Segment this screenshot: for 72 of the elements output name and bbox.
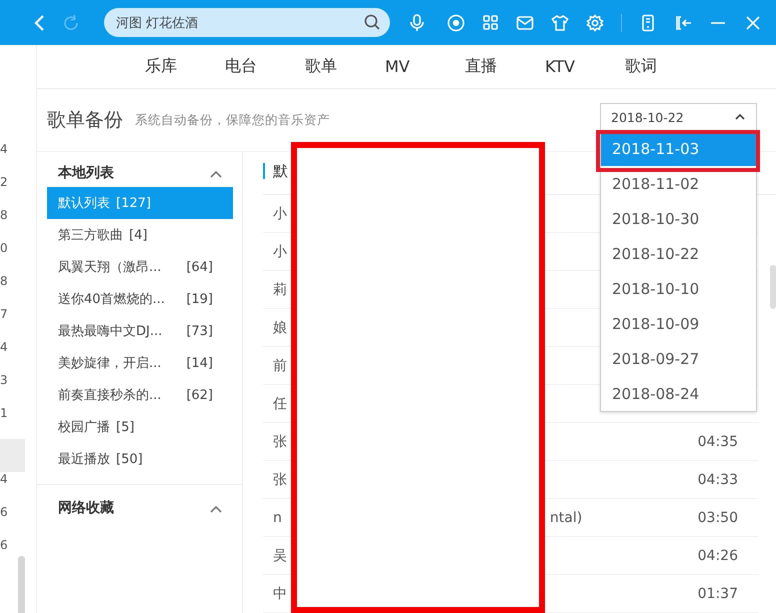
nav-tab[interactable]: 歌词 bbox=[625, 56, 705, 77]
microphone-icon[interactable] bbox=[408, 13, 426, 32]
playlist-item[interactable]: 前奏直接秒杀的... [62] bbox=[47, 379, 233, 411]
row-number: 1 bbox=[0, 406, 9, 422]
playlist-item[interactable]: 第三方歌曲 [4] bbox=[47, 219, 233, 251]
playlist-item[interactable]: 美妙旋律，开启... [14] bbox=[47, 347, 233, 379]
row-number: 4 bbox=[0, 340, 9, 356]
nav-tab[interactable]: 电台 bbox=[225, 56, 305, 77]
chevron-icon[interactable] bbox=[210, 504, 222, 514]
page-title: 歌单备份 bbox=[47, 108, 123, 133]
section-title: 本地列表 bbox=[58, 164, 114, 182]
nav-tab[interactable]: 乐库 bbox=[145, 56, 225, 77]
nav-tab[interactable]: 直播 bbox=[465, 56, 545, 77]
date-option[interactable]: 2018-10-22 bbox=[601, 236, 756, 271]
song-title: 前 bbox=[273, 356, 287, 374]
search-field[interactable]: 河图 灯花佐酒 bbox=[104, 8, 390, 37]
section-title: 网络收藏 bbox=[58, 499, 114, 517]
mail-icon[interactable] bbox=[516, 14, 534, 32]
row-number: 8 bbox=[0, 274, 9, 290]
playlist-item[interactable]: 送你40首燃烧的... [19] bbox=[47, 283, 233, 315]
song-title: 吴 bbox=[273, 546, 287, 564]
playlist-item[interactable]: 最热最嗨中文DJ... [73] bbox=[47, 315, 233, 347]
date-option[interactable]: 2018-10-30 bbox=[601, 201, 756, 236]
date-dropdown[interactable]: 2018-10-22 bbox=[600, 103, 757, 131]
song-title: 任 bbox=[273, 394, 287, 412]
row-number: 7 bbox=[0, 307, 9, 323]
list-title: 默 bbox=[273, 162, 288, 180]
row-number: 4 bbox=[0, 142, 9, 158]
song-title: 张 bbox=[273, 432, 287, 450]
song-title: ntal) bbox=[550, 510, 582, 526]
row-number: 3 bbox=[0, 373, 9, 389]
song-title: 小 bbox=[273, 242, 287, 260]
page-subtitle: 系统自动备份，保障您的音乐资产 bbox=[135, 112, 330, 128]
date-option[interactable]: 2018-10-10 bbox=[601, 271, 756, 306]
song-duration: 04:35 bbox=[698, 434, 738, 450]
search-icon[interactable] bbox=[364, 14, 380, 30]
phone-icon[interactable] bbox=[639, 14, 657, 32]
playlist-item[interactable]: 校园广播 [5] bbox=[47, 411, 233, 443]
song-title: 小 bbox=[273, 204, 287, 222]
scrollbar[interactable] bbox=[18, 556, 25, 613]
scrollbar[interactable] bbox=[770, 265, 776, 309]
song-duration: 01:37 bbox=[698, 586, 738, 602]
chevron-icon[interactable] bbox=[210, 170, 222, 178]
song-title: 张 bbox=[273, 470, 287, 488]
song-duration: 04:33 bbox=[698, 472, 738, 488]
song-title: 中 bbox=[273, 584, 287, 602]
close-icon[interactable] bbox=[744, 14, 762, 32]
song-title: 娘 bbox=[273, 318, 287, 336]
row-number: 0 bbox=[0, 241, 9, 257]
row-number: 8 bbox=[0, 208, 9, 224]
shirt-icon[interactable] bbox=[551, 14, 569, 32]
song-duration: 04:26 bbox=[698, 548, 738, 564]
playlist-item[interactable]: 凤翼天翔（激昂... [64] bbox=[47, 251, 233, 283]
date-option[interactable]: 2018-10-09 bbox=[601, 306, 756, 341]
date-option[interactable]: 2018-11-02 bbox=[601, 166, 756, 201]
nav-tab[interactable]: 歌单 bbox=[305, 56, 385, 77]
row-number: 4 bbox=[0, 472, 9, 488]
row-number: 6 bbox=[0, 538, 9, 554]
nav-tab[interactable]: MV bbox=[385, 57, 465, 76]
settings-icon[interactable] bbox=[586, 14, 604, 32]
song-duration: 03:50 bbox=[698, 510, 738, 526]
exit-icon[interactable] bbox=[674, 14, 692, 32]
target-icon[interactable] bbox=[447, 14, 465, 32]
song-title: 莉 bbox=[273, 280, 287, 298]
row-number: 2 bbox=[0, 175, 9, 191]
nav-tab[interactable]: KTV bbox=[545, 57, 625, 76]
date-option[interactable]: 2018-09-27 bbox=[601, 341, 756, 376]
song-title: n bbox=[273, 510, 282, 526]
playlist-item[interactable]: 最近播放 [50] bbox=[47, 443, 233, 475]
row-number: 6 bbox=[0, 505, 9, 521]
grid-icon[interactable] bbox=[482, 14, 499, 31]
date-option[interactable]: 2018-08-24 bbox=[601, 376, 756, 411]
